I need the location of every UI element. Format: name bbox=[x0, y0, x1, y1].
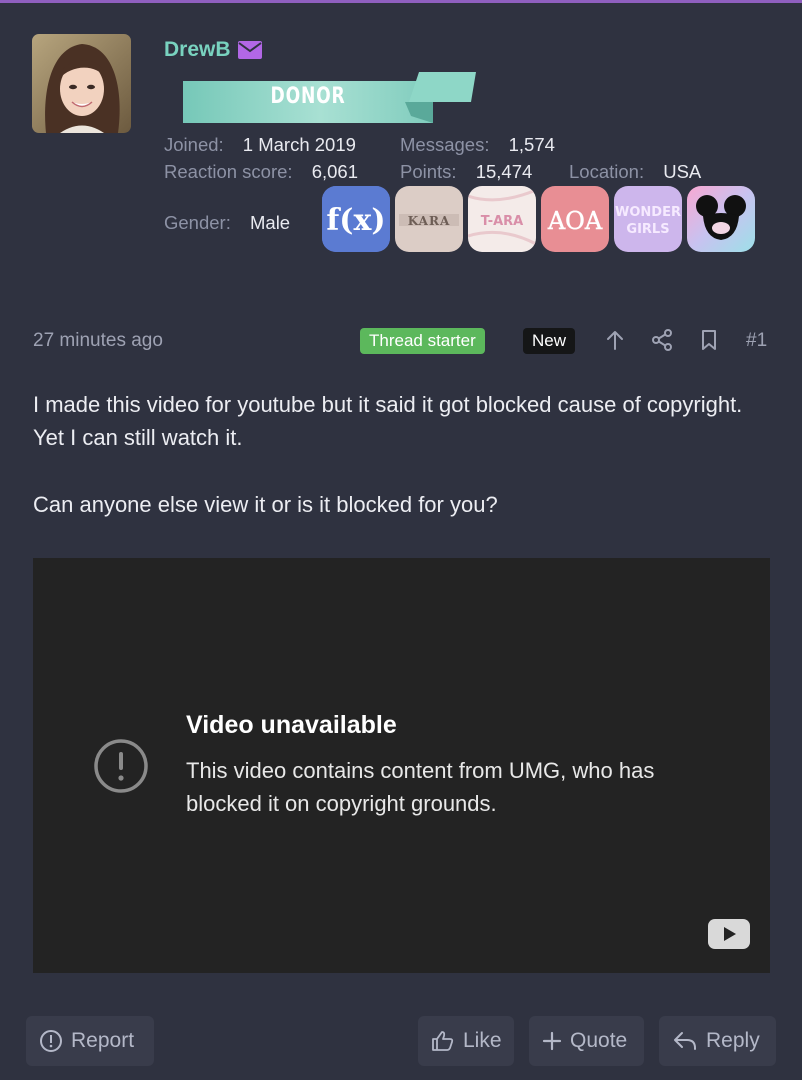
reaction-score-value: 6,061 bbox=[311, 161, 358, 182]
video-embed[interactable]: Video unavailable This video contains co… bbox=[33, 558, 770, 973]
username[interactable]: DrewB bbox=[164, 38, 231, 62]
svg-text:KARA: KARA bbox=[408, 214, 451, 228]
post-paragraph-1: I made this video for youtube but it sai… bbox=[33, 392, 743, 450]
messages-label: Messages: bbox=[400, 134, 490, 155]
gender-label: Gender: bbox=[164, 212, 231, 233]
top-accent-border bbox=[0, 0, 802, 3]
badge-aoa[interactable]: AOA bbox=[541, 186, 609, 252]
gender-value: Male bbox=[250, 212, 291, 233]
avatar[interactable] bbox=[32, 34, 131, 133]
svg-text:WONDER: WONDER bbox=[615, 205, 681, 220]
post-paragraph-2: Can anyone else view it or is it blocked… bbox=[33, 492, 498, 517]
joined-label: Joined: bbox=[164, 134, 224, 155]
badge-fx[interactable]: f(x) bbox=[322, 186, 390, 252]
thread-starter-badge: Thread starter bbox=[360, 328, 485, 354]
like-icon bbox=[432, 1031, 454, 1051]
quote-label: Quote bbox=[570, 1029, 628, 1052]
post-number-link[interactable]: #1 bbox=[746, 330, 767, 352]
svg-text:AOA: AOA bbox=[547, 207, 603, 235]
share-icon[interactable] bbox=[649, 326, 675, 354]
youtube-icon[interactable] bbox=[708, 919, 750, 949]
reply-label: Reply bbox=[706, 1029, 760, 1052]
like-button[interactable]: Like bbox=[418, 1016, 514, 1066]
post-timestamp[interactable]: 27 minutes ago bbox=[33, 330, 163, 352]
messages-value[interactable]: 1,574 bbox=[509, 134, 555, 155]
joined-value: 1 March 2019 bbox=[242, 134, 356, 155]
donor-label: DONOR bbox=[270, 84, 346, 109]
svg-text:GIRLS: GIRLS bbox=[626, 222, 669, 237]
video-unavailable-title: Video unavailable bbox=[186, 711, 397, 739]
points-value[interactable]: 15,474 bbox=[476, 161, 533, 182]
alert-circle-icon bbox=[93, 738, 149, 794]
reaction-score-label: Reaction score: bbox=[164, 161, 293, 182]
reply-button[interactable]: Reply bbox=[659, 1016, 776, 1066]
mail-icon[interactable] bbox=[237, 41, 262, 59]
location-value[interactable]: USA bbox=[663, 161, 701, 182]
location-label: Location: bbox=[569, 161, 645, 182]
badge-tara[interactable]: T-ARA bbox=[468, 186, 536, 252]
new-badge: New bbox=[523, 328, 576, 354]
quote-button[interactable]: Quote bbox=[529, 1016, 644, 1066]
upvote-icon[interactable] bbox=[602, 326, 628, 354]
group-badges: f(x) KARA T-ARA AOA WONDER GIRLS bbox=[322, 186, 755, 252]
video-unavailable-message: This video contains content from UMG, wh… bbox=[186, 758, 655, 816]
badge-kara[interactable]: KARA bbox=[395, 186, 463, 252]
reply-icon bbox=[674, 1032, 696, 1050]
report-icon bbox=[40, 1030, 62, 1052]
svg-text:f(x): f(x) bbox=[326, 203, 385, 238]
points-label: Points: bbox=[400, 161, 457, 182]
bookmark-icon[interactable] bbox=[696, 326, 722, 354]
plus-icon bbox=[542, 1031, 562, 1051]
report-label: Report bbox=[71, 1029, 135, 1052]
post-body: I made this video for youtube but it sai… bbox=[33, 388, 753, 555]
report-button[interactable]: Report bbox=[26, 1016, 154, 1066]
badge-wonder-girls[interactable]: WONDER GIRLS bbox=[614, 186, 682, 252]
like-label: Like bbox=[463, 1029, 502, 1052]
badge-mouse[interactable] bbox=[687, 186, 755, 252]
svg-text:T-ARA: T-ARA bbox=[481, 214, 524, 229]
